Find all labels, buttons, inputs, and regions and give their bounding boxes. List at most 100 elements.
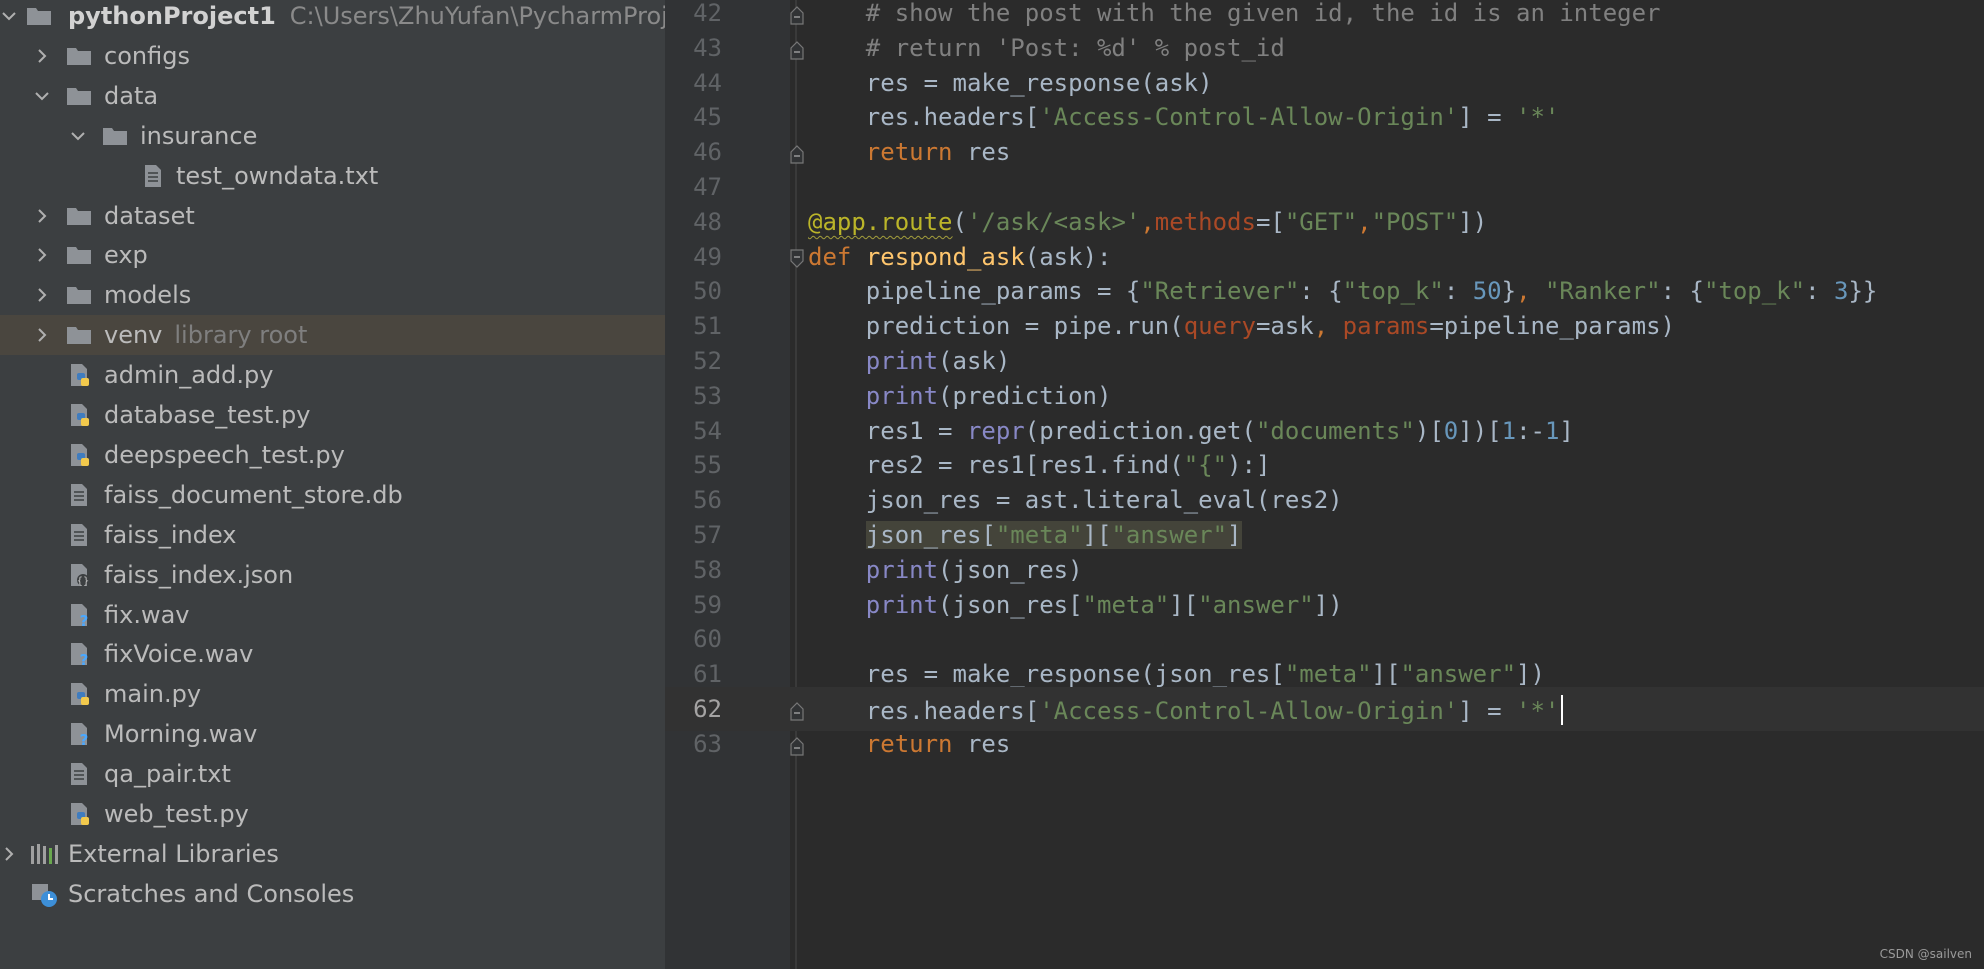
tree-root-row[interactable]: pythonProject1 C:\Users\ZhuYufan\PycharmP… [0, 0, 665, 36]
code-token: , [1140, 207, 1155, 236]
fold-marker-icon[interactable] [788, 699, 806, 721]
line-number: 62 [693, 695, 722, 723]
code-token: '*' [1516, 697, 1560, 725]
json-file-icon: {} [66, 563, 92, 587]
code-token: pipeline_params = { [808, 277, 1141, 306]
tree-item-label: fixVoice.wav [104, 640, 254, 669]
code-text: print(prediction) [808, 382, 1112, 410]
unknown-file-icon: ? [66, 722, 92, 746]
tree-item[interactable]: web_test.py [0, 794, 665, 834]
tree-item-label: fix.wav [104, 600, 190, 629]
project-tree-panel[interactable]: pythonProject1 C:\Users\ZhuYufan\PycharmP… [0, 0, 665, 969]
code-token: res2 = res1[res1.find( [808, 451, 1184, 480]
chevron-right-icon[interactable] [33, 207, 51, 225]
chevron-down-icon[interactable] [33, 87, 51, 105]
tree-item[interactable]: ? Morning.wav [0, 714, 665, 754]
code-token: prediction = pipe.run( [808, 312, 1184, 341]
chevron-right-icon[interactable] [33, 326, 51, 344]
folder-icon [66, 84, 92, 108]
code-text: # show the post with the given id, the i… [808, 0, 1661, 27]
code-text: res1 = repr(prediction.get("documents")[… [808, 417, 1574, 445]
tree-item-label: web_test.py [104, 800, 249, 828]
tree-item-label: insurance [140, 121, 258, 150]
tree-item[interactable]: faiss_document_store.db [0, 475, 665, 515]
code-token: return [865, 729, 953, 758]
line-number: 55 [693, 451, 722, 480]
code-line[interactable]: 63 return res [665, 722, 1984, 766]
text-file-icon [66, 762, 92, 786]
fold-marker-icon[interactable] [788, 3, 806, 25]
code-token: res [952, 729, 1011, 758]
line-number: 49 [693, 242, 722, 271]
code-token: =[ [1255, 207, 1285, 236]
code-token: print [865, 347, 939, 375]
line-number: 52 [693, 347, 722, 375]
code-editor[interactable]: 42 # show the post with the given id, th… [665, 0, 1984, 969]
tree-item[interactable]: models [0, 275, 665, 315]
tree-item-label: test_owndata.txt [176, 161, 379, 190]
tree-item[interactable]: ? fixVoice.wav [0, 634, 665, 674]
tree-item[interactable]: configs [0, 36, 665, 76]
chevron-right-icon[interactable] [33, 246, 51, 264]
tree-item-label: deepspeech_test.py [104, 440, 345, 469]
code-token: params [1342, 312, 1430, 341]
code-token: return [865, 138, 953, 167]
tree-item[interactable]: deepspeech_test.py [0, 435, 665, 475]
code-text: json_res = ast.literal_eval(res2) [808, 486, 1343, 514]
code-token: res = make_response(json_res[ [808, 660, 1285, 689]
code-token: (prediction.get( [1024, 416, 1256, 445]
fold-marker-icon[interactable] [788, 247, 806, 268]
code-token: def [808, 242, 852, 271]
code-text: print(json_res["meta"]["answer"]) [808, 591, 1343, 619]
code-token: =ask [1255, 312, 1314, 341]
folder-icon [66, 323, 92, 347]
code-token: ] [1559, 416, 1574, 445]
tree-item[interactable]: External Libraries [0, 834, 665, 874]
code-token: ][ [1082, 521, 1112, 549]
line-number: 57 [693, 521, 722, 549]
tree-item[interactable]: venv library root [0, 315, 665, 356]
code-token: }} [1848, 277, 1878, 306]
fold-marker-icon[interactable] [788, 142, 806, 164]
code-token: , [1357, 207, 1372, 236]
chevron-right-icon[interactable] [0, 845, 18, 863]
tree-item[interactable]: Scratches and Consoles [0, 874, 665, 914]
code-token: '/ask/<ask>' [966, 207, 1141, 236]
line-number: 54 [693, 416, 722, 445]
code-token: "Ranker" [1544, 277, 1661, 306]
chevron-down-icon[interactable] [69, 127, 87, 145]
code-text: json_res["meta"]["answer"] [808, 521, 1242, 549]
python-file-icon [66, 403, 92, 427]
chevron-right-icon[interactable] [33, 47, 51, 65]
code-text: res = make_response(ask) [808, 69, 1213, 97]
line-number: 56 [693, 486, 722, 515]
chevron-down-icon[interactable] [0, 7, 18, 25]
tree-item[interactable]: qa_pair.txt [0, 754, 665, 794]
line-number: 50 [693, 277, 722, 306]
tree-item[interactable]: ? fix.wav [0, 595, 665, 635]
code-token: ]) [1313, 590, 1343, 619]
tree-item[interactable]: main.py [0, 674, 665, 714]
fold-marker-icon[interactable] [788, 734, 806, 756]
code-token: repr [966, 416, 1025, 445]
tree-item[interactable]: faiss_index [0, 515, 665, 555]
tree-item[interactable]: data [0, 76, 665, 116]
tree-item[interactable]: test_owndata.txt [0, 156, 665, 196]
tree-item[interactable]: {} faiss_index.json [0, 555, 665, 595]
tree-item[interactable]: database_test.py [0, 395, 665, 435]
code-token: 1 [1544, 416, 1560, 445]
chevron-right-icon[interactable] [33, 286, 51, 304]
tree-item[interactable]: admin_add.py [0, 355, 665, 395]
code-token: : [1805, 277, 1834, 306]
tree-item[interactable]: dataset [0, 196, 665, 236]
code-token: ]) [1458, 207, 1488, 236]
unknown-file-icon: ? [66, 642, 92, 666]
tree-item-label: qa_pair.txt [104, 760, 231, 789]
fold-marker-icon[interactable] [788, 38, 806, 60]
tree-item[interactable]: insurance [0, 116, 665, 156]
code-token: ][ [1371, 660, 1401, 689]
tree-item[interactable]: exp [0, 235, 665, 275]
